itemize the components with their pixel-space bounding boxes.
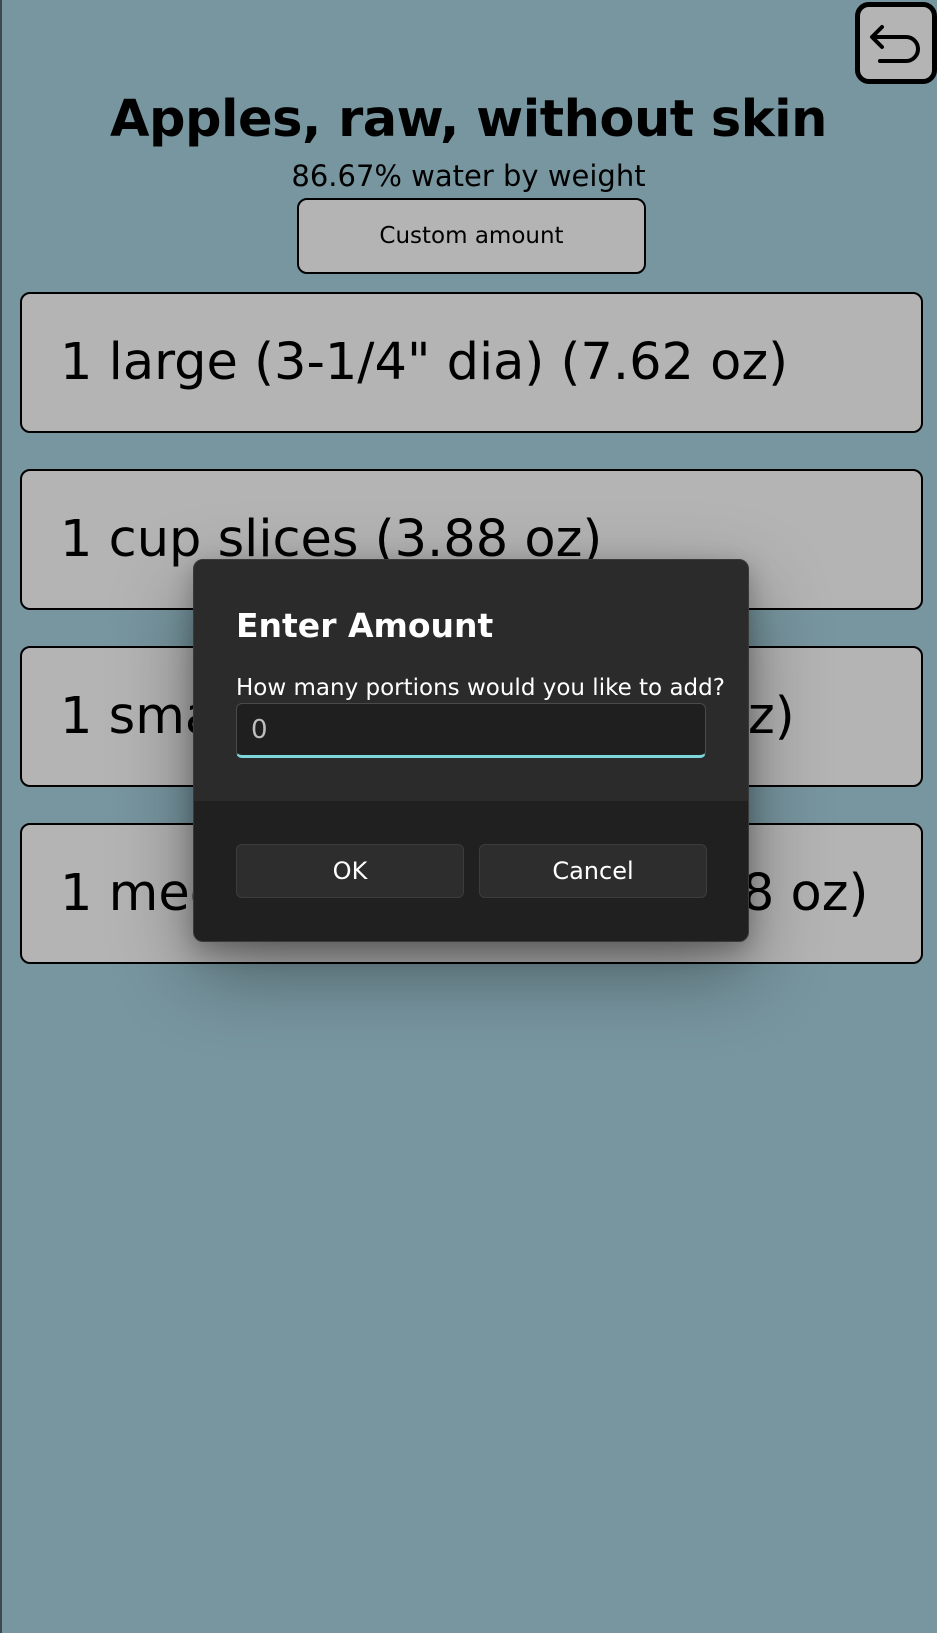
back-arrow-icon: [870, 25, 920, 63]
water-content-subtitle: 86.67% water by weight: [291, 159, 646, 193]
amount-input[interactable]: [236, 703, 706, 758]
ok-button[interactable]: OK: [236, 844, 464, 898]
portion-label: 1 large (3-1/4" dia) (7.62 oz): [60, 333, 789, 392]
page-title: Apples, raw, without skin: [110, 90, 827, 149]
enter-amount-dialog: Enter Amount How many portions would you…: [193, 559, 749, 942]
dialog-title: Enter Amount: [236, 606, 494, 645]
custom-amount-button[interactable]: Custom amount: [297, 198, 646, 274]
portion-option-large[interactable]: 1 large (3-1/4" dia) (7.62 oz): [20, 292, 923, 433]
cancel-button[interactable]: Cancel: [479, 844, 707, 898]
dialog-message: How many portions would you like to add?: [236, 675, 725, 701]
window-left-edge: [0, 0, 2, 1633]
back-button[interactable]: [855, 2, 937, 84]
dialog-footer: OK Cancel: [194, 801, 748, 941]
